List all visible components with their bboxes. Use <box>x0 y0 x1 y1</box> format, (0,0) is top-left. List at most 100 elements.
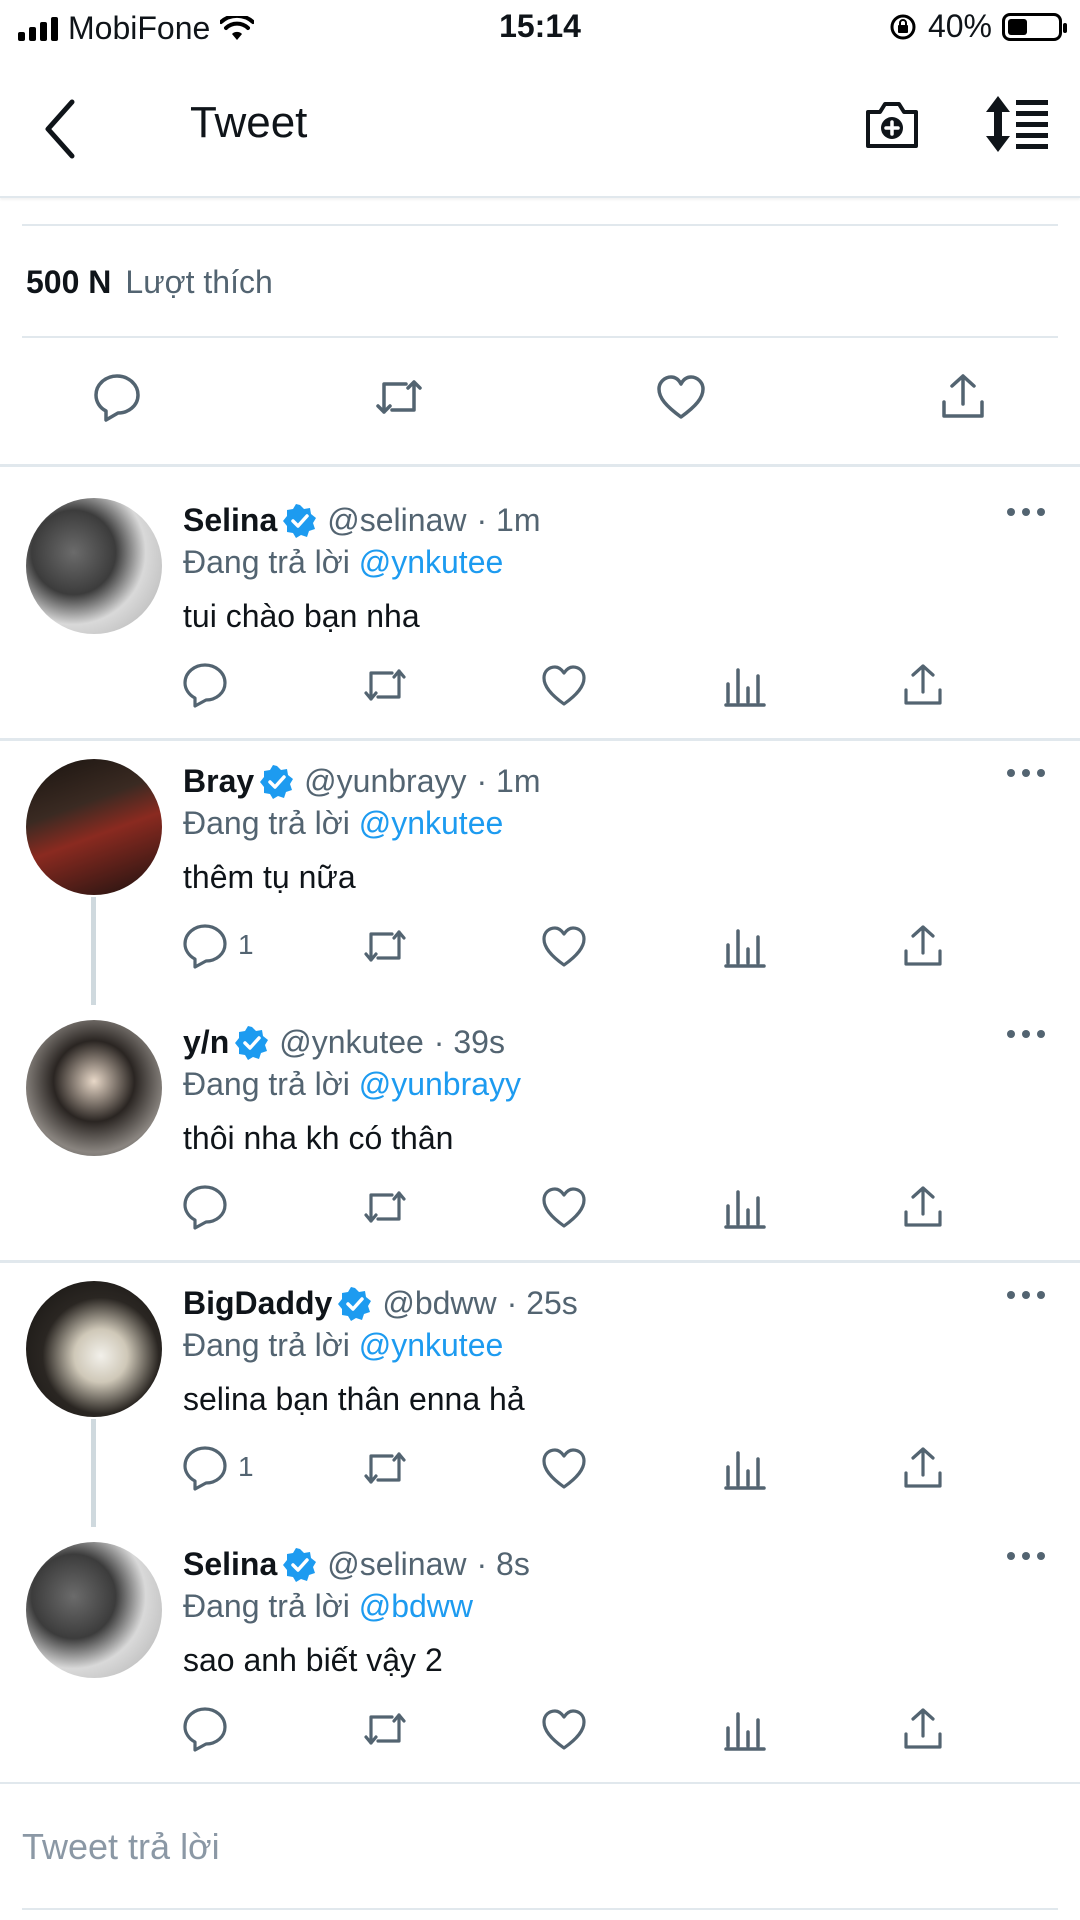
avatar[interactable] <box>26 498 162 634</box>
mention-link[interactable]: @bdww <box>359 1588 473 1624</box>
reply-icon[interactable] <box>182 662 228 708</box>
page-title: Tweet <box>190 98 308 147</box>
analytics-icon[interactable] <box>722 1706 768 1752</box>
avatar[interactable] <box>26 1281 162 1417</box>
status-right: 40% <box>888 8 1067 45</box>
avatar[interactable] <box>26 1542 162 1678</box>
reply-tweet[interactable]: Selina @selinaw · 1m Đang trả lời @ynkut… <box>0 480 1080 740</box>
reply-icon[interactable] <box>92 372 142 422</box>
like-icon[interactable] <box>541 1184 587 1230</box>
mention-link[interactable]: @ynkutee <box>359 805 504 841</box>
analytics-icon[interactable] <box>722 1445 768 1491</box>
section-divider <box>0 464 1080 467</box>
reply-tweet[interactable]: Bray @yunbrayy · 1m Đang trả lời @ynkute… <box>0 741 1080 1001</box>
thread-connector <box>91 897 96 1005</box>
share-icon[interactable] <box>900 662 946 708</box>
sort-icon[interactable] <box>984 96 1050 152</box>
avatar[interactable] <box>26 759 162 895</box>
tweet-actions: 1 <box>0 923 1080 973</box>
tweet-header: Selina @selinaw · 8s <box>183 1546 530 1583</box>
more-icon[interactable] <box>1004 1544 1048 1568</box>
user-handle[interactable]: @selinaw <box>327 502 466 539</box>
tweet-actions <box>0 1184 1080 1234</box>
verified-icon <box>338 1286 372 1321</box>
reply-icon[interactable] <box>182 923 228 969</box>
user-name[interactable]: Bray <box>183 763 254 800</box>
divider <box>0 1782 1080 1784</box>
tweet-header: Bray @yunbrayy · 1m <box>183 763 540 800</box>
user-name[interactable]: y/n <box>183 1024 229 1061</box>
mention-link[interactable]: @ynkutee <box>359 1327 504 1363</box>
verified-icon <box>235 1025 269 1060</box>
replying-to-label: Đang trả lời <box>183 805 350 841</box>
reply-icon[interactable] <box>182 1706 228 1752</box>
retweet-icon[interactable] <box>362 1184 408 1230</box>
reply-icon[interactable] <box>182 1445 228 1491</box>
tweet-actions <box>0 662 1080 712</box>
verified-icon <box>283 503 317 538</box>
like-icon[interactable] <box>541 662 587 708</box>
more-icon[interactable] <box>1004 1022 1048 1046</box>
more-icon[interactable] <box>1004 761 1048 785</box>
main-tweet-actions <box>0 372 1080 428</box>
user-name[interactable]: BigDaddy <box>183 1285 332 1322</box>
tweet-time: · 25s <box>506 1285 578 1321</box>
retweet-icon[interactable] <box>362 1706 408 1752</box>
replying-to-label: Đang trả lời <box>183 1066 350 1102</box>
battery-percent: 40% <box>927 8 992 44</box>
analytics-icon[interactable] <box>722 1184 768 1230</box>
retweet-icon[interactable] <box>362 662 408 708</box>
share-icon[interactable] <box>900 1445 946 1491</box>
user-name[interactable]: Selina <box>183 502 277 539</box>
tweet-text: thôi nha kh có thân <box>183 1120 454 1156</box>
analytics-icon[interactable] <box>722 662 768 708</box>
more-icon[interactable] <box>1004 1283 1048 1307</box>
like-icon[interactable] <box>541 923 587 969</box>
tweet-time: · 8s <box>476 1546 530 1582</box>
user-handle[interactable]: @ynkutee <box>279 1024 424 1061</box>
reply-icon[interactable] <box>182 1184 228 1230</box>
user-handle[interactable]: @selinaw <box>327 1546 466 1583</box>
replying-to: Đang trả lời @yunbrayy <box>183 1066 521 1103</box>
tweet-text: thêm tụ nữa <box>183 859 356 895</box>
reply-tweet[interactable]: BigDaddy @bdww · 25s Đang trả lời @ynkut… <box>0 1263 1080 1523</box>
like-icon[interactable] <box>656 372 706 422</box>
like-icon[interactable] <box>541 1445 587 1491</box>
share-icon[interactable] <box>900 1184 946 1230</box>
tweet-text: selina bạn thân enna hả <box>183 1381 525 1417</box>
share-icon[interactable] <box>900 1706 946 1752</box>
likes-summary[interactable]: 500 N Lượt thích <box>26 264 273 301</box>
retweet-icon[interactable] <box>374 372 424 422</box>
retweet-icon[interactable] <box>362 923 408 969</box>
tweet-header: BigDaddy @bdww · 25s <box>183 1285 578 1322</box>
nav-bar: Tweet <box>0 56 1080 198</box>
rotation-lock-icon <box>890 14 916 39</box>
analytics-icon[interactable] <box>722 923 768 969</box>
battery-icon <box>1002 12 1067 41</box>
mention-link[interactable]: @ynkutee <box>359 544 504 580</box>
divider <box>22 336 1058 338</box>
like-icon[interactable] <box>541 1706 587 1752</box>
tweet-header: Selina @selinaw · 1m <box>183 502 540 539</box>
user-name[interactable]: Selina <box>183 1546 277 1583</box>
reply-tweet[interactable]: y/n @ynkutee · 39s Đang trả lời @yunbray… <box>0 1002 1080 1262</box>
back-icon[interactable] <box>36 94 86 164</box>
replying-to: Đang trả lời @ynkutee <box>183 1327 503 1364</box>
mention-link[interactable]: @yunbrayy <box>359 1066 521 1102</box>
more-icon[interactable] <box>1004 500 1048 524</box>
camera-plus-icon[interactable] <box>864 96 920 152</box>
reply-compose-input[interactable]: Tweet trả lời <box>22 1826 220 1868</box>
user-handle[interactable]: @bdww <box>382 1285 496 1322</box>
reply-count: 1 <box>238 929 254 960</box>
tweet-actions <box>0 1706 1080 1756</box>
tweet-time: · 39s <box>433 1024 505 1060</box>
share-icon[interactable] <box>938 372 988 422</box>
tweet-text: tui chào bạn nha <box>183 598 420 634</box>
replying-to: Đang trả lời @bdww <box>183 1588 473 1625</box>
avatar[interactable] <box>26 1020 162 1156</box>
divider <box>22 224 1058 226</box>
share-icon[interactable] <box>900 923 946 969</box>
reply-tweet[interactable]: Selina @selinaw · 8s Đang trả lời @bdww … <box>0 1524 1080 1784</box>
user-handle[interactable]: @yunbrayy <box>304 763 466 800</box>
retweet-icon[interactable] <box>362 1445 408 1491</box>
